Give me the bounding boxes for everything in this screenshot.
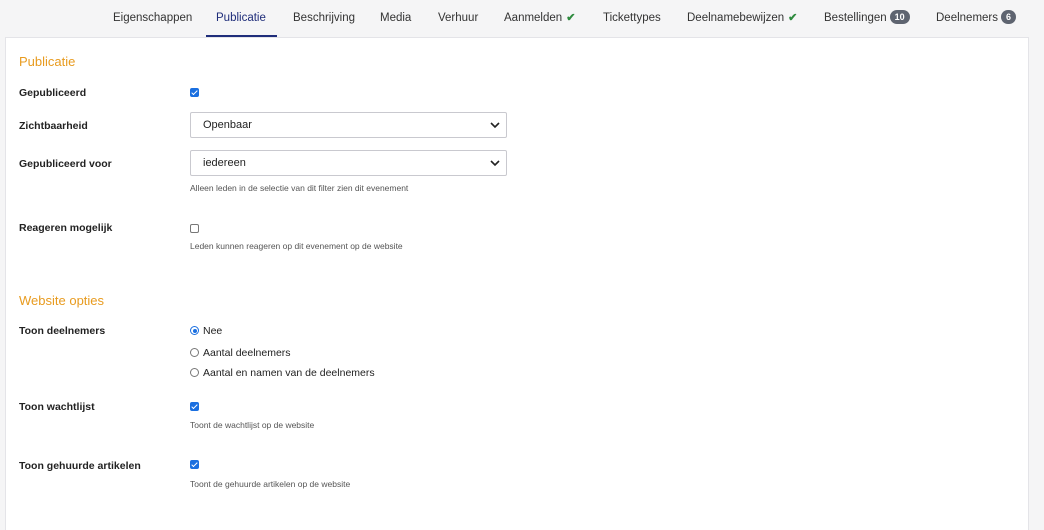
tab-label: Deelnamebewijzen — [687, 12, 785, 24]
radio-nee[interactable] — [190, 326, 199, 335]
check-icon: ✔ — [788, 12, 798, 24]
tab-beschrijving[interactable]: Beschrijving — [293, 0, 355, 37]
count-badge: 10 — [889, 9, 910, 24]
tab-aanmelden[interactable]: Aanmelden ✔ — [504, 0, 575, 37]
radio-aantal-en-namen[interactable] — [190, 368, 199, 377]
tab-label: Eigenschappen — [113, 12, 193, 24]
toon-gehuurde-checkbox[interactable] — [190, 460, 199, 469]
toon-wachtlijst-checkbox[interactable] — [190, 402, 199, 411]
tab-label: Tickettypes — [603, 12, 661, 24]
tab-publicatie[interactable]: Publicatie — [206, 0, 277, 37]
tab-deelnemers[interactable]: Deelnemers 6 — [936, 0, 1017, 37]
tab-label: Beschrijving — [293, 12, 355, 24]
tab-bestellingen[interactable]: Bestellingen 10 — [824, 0, 910, 37]
gepubliceerd-voor-help: Alleen leden in de selectie van dit filt… — [190, 183, 409, 193]
chevron-down-icon — [490, 160, 500, 167]
toon-wachtlijst-help: Toont de wachtlijst op de website — [190, 420, 315, 430]
tab-label: Verhuur — [438, 12, 479, 24]
radio-aantal-deelnemers[interactable] — [190, 348, 199, 357]
gepubliceerd-voor-value: iedereen — [203, 157, 246, 169]
tab-label: Deelnemers — [936, 12, 998, 24]
tab-label: Media — [380, 12, 412, 24]
count-badge: 6 — [1001, 9, 1017, 24]
section-title-website-opties: Website opties — [19, 293, 105, 308]
section-title-publicatie: Publicatie — [19, 54, 76, 69]
radio-aantal-deelnemers-label[interactable]: Aantal deelnemers — [203, 347, 291, 359]
radio-aantal-en-namen-label[interactable]: Aantal en namen van de deelnemers — [203, 367, 375, 379]
tab-label: Publicatie — [216, 12, 266, 24]
tab-bar: Eigenschappen Publicatie Beschrijving Me… — [0, 0, 1044, 37]
tab-verhuur[interactable]: Verhuur — [438, 0, 478, 37]
tab-label: Aanmelden — [504, 12, 563, 24]
toon-deelnemers-label: Toon deelnemers — [19, 325, 106, 337]
tab-tickettypes[interactable]: Tickettypes — [603, 0, 661, 37]
tab-label: Bestellingen — [824, 12, 887, 24]
tab-media[interactable]: Media — [380, 0, 411, 37]
radio-nee-label[interactable]: Nee — [203, 325, 222, 337]
gepubliceerd-voor-label: Gepubliceerd voor — [19, 158, 112, 170]
toon-wachtlijst-label: Toon wachtlijst — [19, 401, 95, 413]
gepubliceerd-label: Gepubliceerd — [19, 87, 87, 99]
chevron-down-icon — [490, 122, 500, 129]
tab-deelnamebewijzen[interactable]: Deelnamebewijzen ✔ — [687, 0, 797, 37]
toon-gehuurde-label: Toon gehuurde artikelen — [19, 460, 141, 472]
zichtbaarheid-select[interactable]: Openbaar — [190, 112, 507, 138]
toon-gehuurde-help: Toont de gehuurde artikelen op de websit… — [190, 479, 351, 489]
tab-eigenschappen[interactable]: Eigenschappen — [113, 0, 192, 37]
form-panel: Publicatie Gepubliceerd Zichtbaarheid Op… — [5, 37, 1029, 530]
gepubliceerd-voor-select[interactable]: iedereen — [190, 150, 507, 176]
reageren-label: Reageren mogelijk — [19, 222, 113, 234]
gepubliceerd-checkbox[interactable] — [190, 88, 199, 97]
reageren-checkbox[interactable] — [190, 224, 199, 233]
zichtbaarheid-label: Zichtbaarheid — [19, 120, 88, 132]
zichtbaarheid-value: Openbaar — [203, 119, 252, 131]
check-icon: ✔ — [566, 12, 576, 24]
reageren-help: Leden kunnen reageren op dit evenement o… — [190, 241, 403, 251]
